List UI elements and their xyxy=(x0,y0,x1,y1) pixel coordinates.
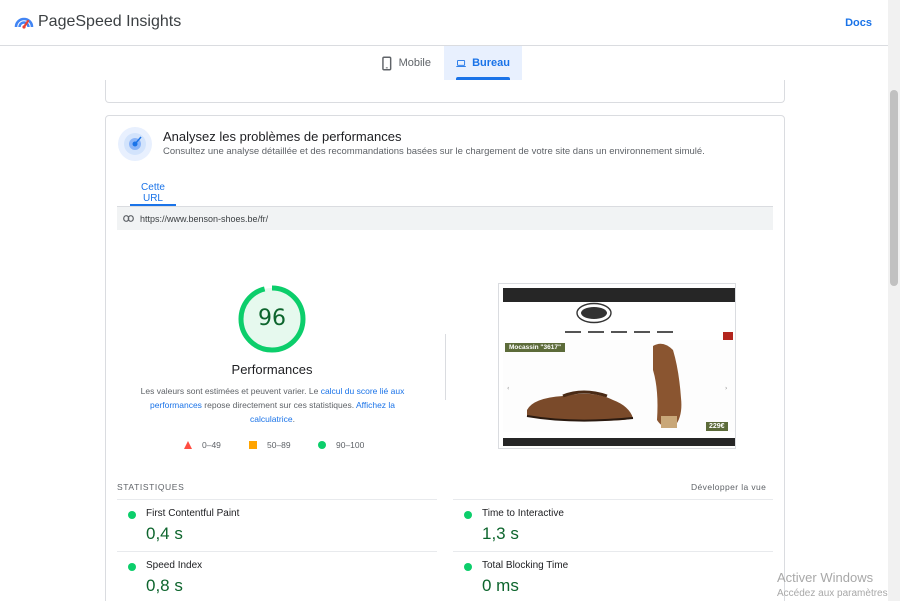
legend-fail-range: 0–49 xyxy=(202,440,221,450)
pass-circle-icon xyxy=(128,511,136,519)
legend-pass-range: 90–100 xyxy=(336,440,365,450)
diagnostics-title: Analysez les problèmes de performances xyxy=(163,129,402,144)
metric-value: 0 ms xyxy=(482,576,519,595)
pass-circle-icon xyxy=(464,563,472,571)
score-note: Les valeurs sont estimées et peuvent var… xyxy=(140,384,405,426)
windows-watermark-sub: Accédez aux paramètres xyxy=(777,588,888,599)
laptop-icon xyxy=(456,59,466,67)
metric-name: Speed Index xyxy=(146,560,203,571)
tab-this-url-label: Cette URL xyxy=(141,182,165,204)
fail-triangle-icon xyxy=(184,441,192,449)
score-note-text-2: repose directement sur ces statistiques. xyxy=(201,400,356,410)
pass-circle-icon xyxy=(318,441,326,449)
metric-tti: Time to Interactive 1,3 s xyxy=(453,499,773,551)
legend-fail: 0–49 xyxy=(184,440,221,450)
score-note-text-1: Les valeurs sont estimées et peuvent var… xyxy=(140,386,321,396)
scrollbar-thumb[interactable] xyxy=(890,90,898,286)
page-scrollbar[interactable] xyxy=(888,0,900,601)
pagespeed-logo-icon[interactable] xyxy=(14,13,34,31)
tab-mobile[interactable]: Mobile xyxy=(369,46,443,80)
svg-text:›: › xyxy=(725,385,727,392)
site-banner-image: ‹ › xyxy=(503,340,735,432)
link-icon xyxy=(123,215,134,222)
diagnostics-description: Consultez une analyse détaillée et des r… xyxy=(163,146,705,157)
diagnostics-card: Analysez les problèmes de performances C… xyxy=(105,115,785,601)
svg-text:‹: ‹ xyxy=(507,385,509,392)
score-note-text-3: . xyxy=(292,414,295,424)
metric-value: 0,4 s xyxy=(146,524,183,543)
metric-value: 0,8 s xyxy=(146,576,183,595)
windows-watermark: Activer Windows xyxy=(777,570,874,585)
pass-circle-icon xyxy=(464,511,472,519)
site-product-price: 229€ xyxy=(706,422,728,431)
legend-pass: 90–100 xyxy=(318,440,364,450)
docs-link[interactable]: Docs xyxy=(845,17,872,29)
legend-average-range: 50–89 xyxy=(267,440,291,450)
site-logo-icon xyxy=(576,302,612,324)
metric-name: First Contentful Paint xyxy=(146,508,240,519)
performance-score: 96 xyxy=(258,306,286,331)
page-screenshot-thumbnail[interactable]: ‹ › Mocassin "3617" 229€ xyxy=(498,283,736,449)
performance-label: Performances xyxy=(231,362,313,377)
legend-average: 50–89 xyxy=(249,440,291,450)
site-product-tag: Mocassin "3617" xyxy=(505,343,566,352)
metric-name: Time to Interactive xyxy=(482,508,564,519)
phone-icon xyxy=(382,55,392,71)
app-header: PageSpeed Insights Docs xyxy=(0,0,888,46)
metric-tbt: Total Blocking Time 0 ms xyxy=(453,551,773,601)
metric-speed-index: Speed Index 0,8 s xyxy=(117,551,437,601)
app-title[interactable]: PageSpeed Insights xyxy=(38,13,181,31)
tab-desktop[interactable]: Bureau xyxy=(444,46,522,80)
metric-name: Total Blocking Time xyxy=(482,560,569,571)
stats-title: STATISTIQUES xyxy=(117,482,185,492)
lighthouse-icon xyxy=(118,127,152,161)
pass-circle-icon xyxy=(128,563,136,571)
metric-fcp: First Contentful Paint 0,4 s xyxy=(117,499,437,551)
site-top-bar xyxy=(503,288,735,302)
metric-value: 1,3 s xyxy=(482,524,519,543)
analyzed-url[interactable]: https://www.benson-shoes.be/fr/ xyxy=(140,214,268,224)
vertical-divider xyxy=(445,334,446,400)
average-square-icon xyxy=(249,441,257,449)
tab-this-url[interactable]: Cette URL xyxy=(130,182,176,206)
tab-desktop-label: Bureau xyxy=(472,57,510,69)
screenshot-content: ‹ › Mocassin "3617" 229€ xyxy=(503,288,735,446)
expand-view-toggle[interactable]: Développer la vue xyxy=(691,482,766,492)
site-footer-bar xyxy=(503,438,735,446)
url-bar: https://www.benson-shoes.be/fr/ xyxy=(117,207,773,230)
previous-card xyxy=(105,80,785,103)
tab-mobile-label: Mobile xyxy=(398,57,431,69)
site-nav xyxy=(503,328,735,336)
